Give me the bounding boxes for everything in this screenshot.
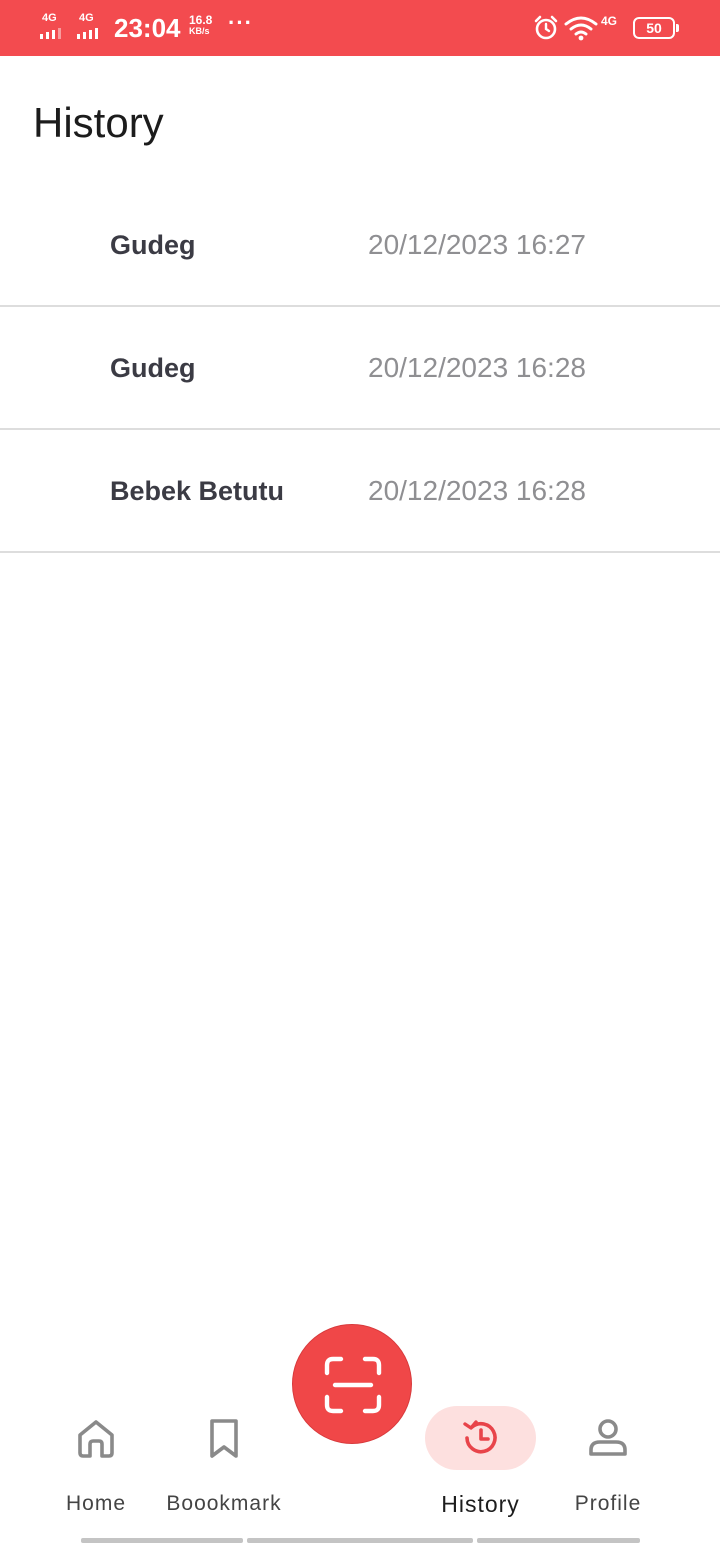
nav-bookmark[interactable]: Boookmark	[158, 1380, 290, 1530]
nav-profile[interactable]: Profile	[562, 1380, 654, 1530]
nav-home-label: Home	[65, 1492, 127, 1515]
history-item-name: Gudeg	[110, 230, 196, 260]
nav-history[interactable]: History	[425, 1380, 536, 1530]
signal-strength-icon-2: 4G	[77, 13, 109, 41]
history-row[interactable]: Gudeg 20/12/2023 16:27	[0, 184, 720, 307]
status-bar: 4G 4G 23:04 16.8 KB/s ··· 4G 50	[0, 0, 720, 56]
network-type-1: 4G	[42, 12, 57, 24]
alarm-icon	[534, 15, 558, 40]
history-item-datetime: 20/12/2023 16:28	[368, 352, 586, 383]
person-icon	[589, 1419, 627, 1456]
signal-strength-icon: 4G	[40, 13, 72, 41]
history-icon	[462, 1420, 497, 1454]
nav-history-label: History	[441, 1491, 520, 1517]
network-speed-unit: KB/s	[189, 26, 210, 36]
history-item-datetime: 20/12/2023 16:28	[368, 475, 586, 506]
history-item-name: Bebek Betutu	[110, 476, 285, 506]
gesture-bar-left	[81, 1538, 243, 1543]
gesture-bar-center	[247, 1538, 473, 1543]
bookmark-icon	[210, 1419, 238, 1458]
scan-button[interactable]	[292, 1324, 412, 1444]
network-speed: 16.8 KB/s	[189, 13, 219, 37]
network-speed-value: 16.8	[189, 13, 213, 27]
network-type-2: 4G	[79, 12, 94, 24]
overflow-dots: ···	[228, 10, 253, 35]
nav-bookmark-label: Boookmark	[166, 1492, 282, 1515]
history-item-datetime: 20/12/2023 16:27	[368, 229, 586, 260]
battery-indicator: 50	[633, 17, 679, 39]
wifi-icon	[564, 16, 598, 41]
history-row[interactable]: Bebek Betutu 20/12/2023 16:28	[0, 430, 720, 553]
home-icon	[78, 1420, 114, 1458]
history-row[interactable]: Gudeg 20/12/2023 16:28	[0, 307, 720, 430]
history-item-name: Gudeg	[110, 353, 196, 383]
clock: 23:04	[114, 13, 181, 43]
nav-home[interactable]: Home	[50, 1380, 142, 1530]
network-type-right: 4G	[601, 14, 618, 28]
gesture-bar-right	[477, 1538, 640, 1543]
nav-profile-label: Profile	[574, 1492, 642, 1515]
scan-icon	[324, 1356, 382, 1414]
page-title: History	[33, 99, 164, 146]
history-list: Gudeg 20/12/2023 16:27 Gudeg 20/12/2023 …	[0, 184, 720, 553]
